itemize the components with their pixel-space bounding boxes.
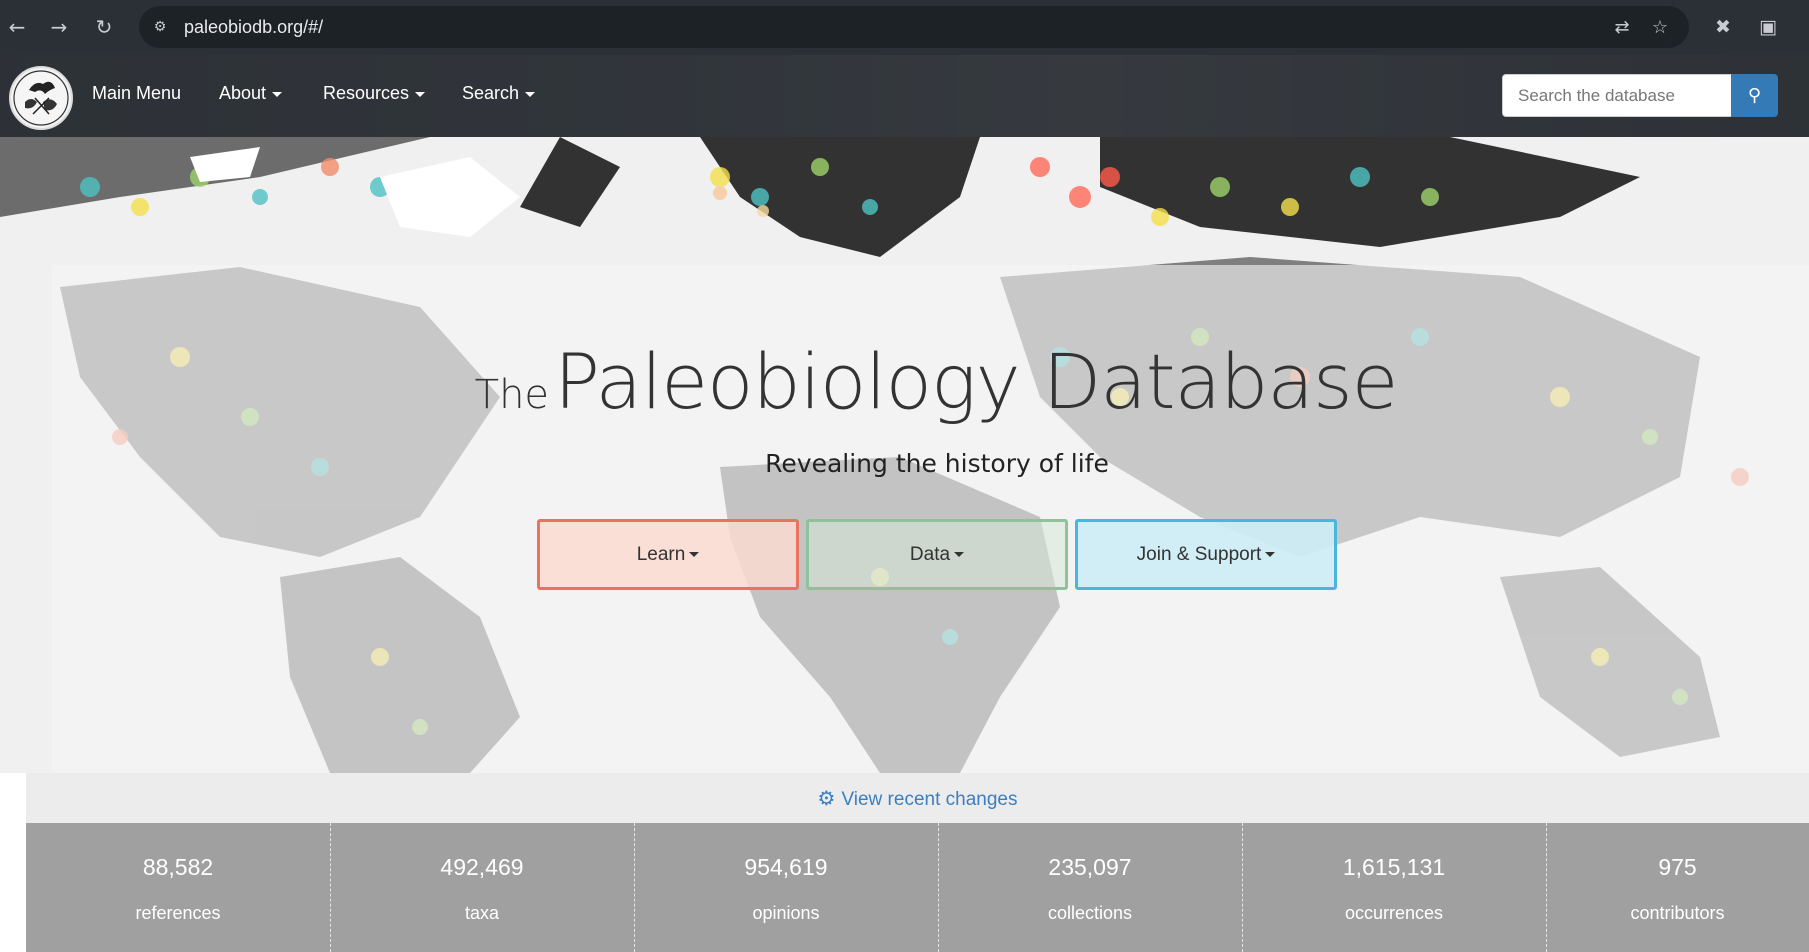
database-search-input[interactable]: Search the database	[1502, 74, 1732, 117]
stat-value: 975	[1658, 854, 1697, 880]
nav-about[interactable]: About	[219, 83, 283, 104]
stat-label: contributors	[1630, 903, 1725, 923]
caret-down-icon	[415, 91, 426, 97]
url-text[interactable]: paleobiodb.org/#/	[184, 17, 323, 38]
recent-changes-label: View recent changes	[841, 789, 1018, 810]
search-button[interactable]: ⚲	[1731, 74, 1778, 117]
site-settings-icon[interactable]: ⚙	[149, 16, 171, 38]
pbdb-logo[interactable]	[9, 66, 73, 130]
stat-value: 88,582	[142, 854, 214, 880]
stat-value: 1,615,131	[1342, 854, 1446, 880]
translate-icon[interactable]: ⇄	[1609, 15, 1635, 41]
caret-down-icon	[272, 91, 283, 97]
hero-section: The Paleobiology Database Revealing the …	[0, 137, 1809, 773]
stat-collections[interactable]: 235,097 collections	[938, 823, 1242, 952]
join-support-button[interactable]: Join & Support	[1075, 519, 1337, 590]
page-title: The Paleobiology Database	[0, 337, 1809, 426]
stat-value: 954,619	[744, 854, 828, 880]
site-navbar: Main Menu About Resources Search Search …	[0, 55, 1809, 137]
recent-changes-bar: ⚙ View recent changes	[26, 773, 1809, 823]
stat-label: taxa	[464, 903, 500, 923]
nav-search[interactable]: Search	[462, 83, 536, 104]
caret-down-icon	[525, 91, 536, 97]
stat-label: collections	[1047, 903, 1133, 923]
stat-taxa[interactable]: 492,469 taxa	[330, 823, 634, 952]
stat-value: 492,469	[440, 854, 524, 880]
stat-references[interactable]: 88,582 references	[26, 823, 330, 952]
forward-icon[interactable]: →	[44, 12, 74, 42]
learn-button[interactable]: Learn	[537, 519, 799, 590]
stats-bar: 88,582 references 492,469 taxa 954,619 opin…	[26, 823, 1809, 952]
title-prefix: The	[474, 372, 550, 418]
stat-opinions[interactable]: 954,619 opinions	[634, 823, 938, 952]
stat-occurrences[interactable]: 1,615,131 occurrences	[1242, 823, 1546, 952]
mute-icon[interactable]: ✖	[1708, 12, 1738, 42]
search-icon: ⚲	[1747, 85, 1762, 106]
page-subtitle: Revealing the history of life	[765, 449, 1109, 478]
back-icon[interactable]: ←	[2, 12, 32, 42]
gears-icon: ⚙	[817, 786, 836, 810]
address-bar[interactable]: ⚙ paleobiodb.org/#/ ⇄ ☆	[139, 6, 1689, 48]
extensions-icon[interactable]: ▣	[1753, 12, 1783, 42]
view-recent-changes-link[interactable]: ⚙ View recent changes	[817, 786, 1018, 810]
nav-resources[interactable]: Resources	[323, 83, 426, 104]
reload-icon[interactable]: ↻	[89, 12, 119, 42]
stat-value: 235,097	[1048, 854, 1132, 880]
caret-down-icon	[689, 552, 700, 558]
caret-down-icon	[1265, 552, 1276, 558]
caret-down-icon	[954, 552, 965, 558]
stat-label: opinions	[752, 903, 820, 923]
browser-toolbar: ← → ↻ ⚙ paleobiodb.org/#/ ⇄ ☆ ✖ ▣	[0, 0, 1809, 55]
stat-contributors[interactable]: 975 contributors	[1546, 823, 1809, 952]
title-main: Paleobiology Database	[554, 337, 1398, 426]
data-button[interactable]: Data	[806, 519, 1068, 590]
stat-label: references	[135, 903, 221, 923]
nav-main-menu[interactable]: Main Menu	[92, 83, 181, 104]
bookmark-star-icon[interactable]: ☆	[1647, 15, 1673, 41]
stat-label: occurrences	[1344, 903, 1444, 923]
